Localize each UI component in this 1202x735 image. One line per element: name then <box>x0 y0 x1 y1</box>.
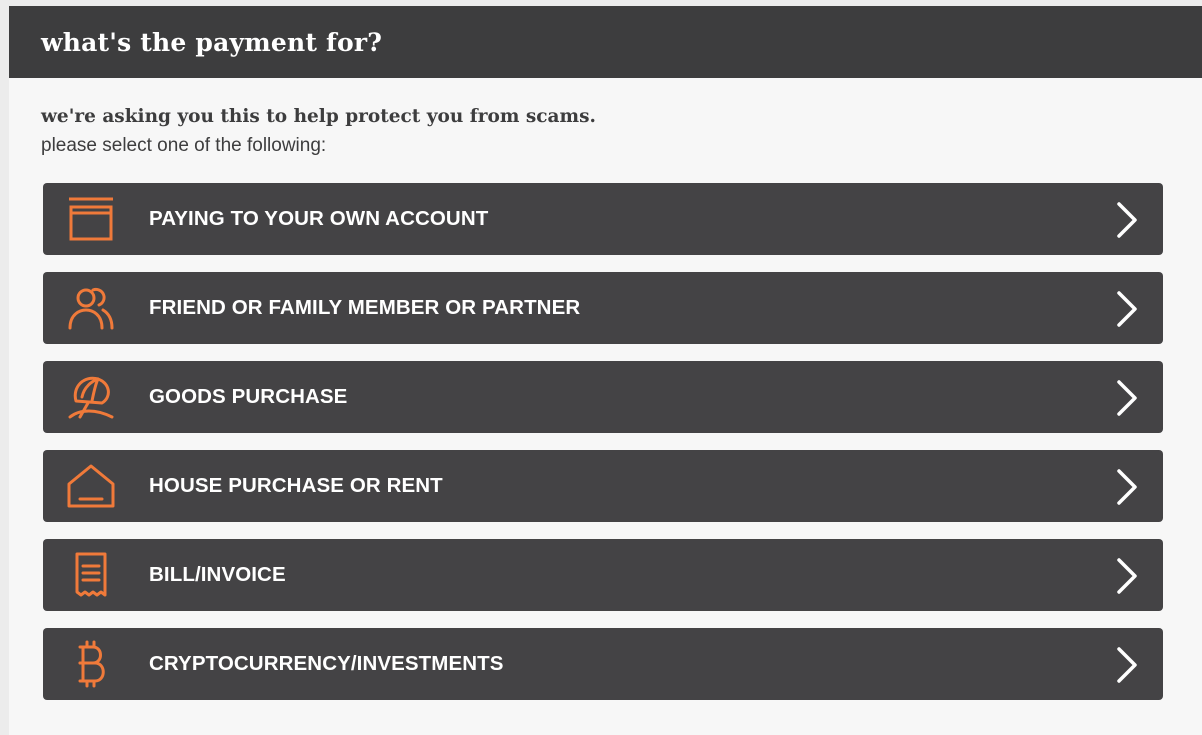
page-title: what's the payment for? <box>41 27 383 57</box>
house-icon <box>65 460 117 512</box>
beach-umbrella-icon <box>65 371 117 423</box>
option-friend-family[interactable]: FRIEND OR FAMILY MEMBER OR PARTNER <box>43 272 1163 344</box>
option-goods-purchase[interactable]: GOODS PURCHASE <box>43 361 1163 433</box>
panel-header: what's the payment for? <box>9 6 1202 78</box>
option-label: FRIEND OR FAMILY MEMBER OR PARTNER <box>149 296 581 319</box>
option-label: GOODS PURCHASE <box>149 385 348 408</box>
bank-card-icon <box>65 193 117 245</box>
chevron-right-icon <box>1113 557 1141 595</box>
chevron-right-icon <box>1113 468 1141 506</box>
payment-options-list: PAYING TO YOUR OWN ACCOUNT FRIEND OR FAM… <box>43 183 1163 717</box>
chevron-right-icon <box>1113 646 1141 684</box>
chevron-right-icon <box>1113 201 1141 239</box>
option-label: HOUSE PURCHASE OR RENT <box>149 474 443 497</box>
people-icon <box>65 282 117 334</box>
option-own-account[interactable]: PAYING TO YOUR OWN ACCOUNT <box>43 183 1163 255</box>
option-label: BILL/INVOICE <box>149 563 286 586</box>
panel-body: we're asking you this to help protect yo… <box>9 78 1202 157</box>
option-house[interactable]: HOUSE PURCHASE OR RENT <box>43 450 1163 522</box>
option-label: PAYING TO YOUR OWN ACCOUNT <box>149 207 489 230</box>
option-label: CRYPTOCURRENCY/INVESTMENTS <box>149 652 504 675</box>
payment-purpose-panel: what's the payment for? we're asking you… <box>9 6 1202 735</box>
chevron-right-icon <box>1113 379 1141 417</box>
selection-instruction: please select one of the following: <box>41 135 327 156</box>
bitcoin-icon <box>65 638 117 690</box>
receipt-icon <box>65 549 117 601</box>
option-cryptocurrency[interactable]: CRYPTOCURRENCY/INVESTMENTS <box>43 628 1163 700</box>
chevron-right-icon <box>1113 290 1141 328</box>
option-bill-invoice[interactable]: BILL/INVOICE <box>43 539 1163 611</box>
scam-protection-subtitle: we're asking you this to help protect yo… <box>41 106 596 127</box>
